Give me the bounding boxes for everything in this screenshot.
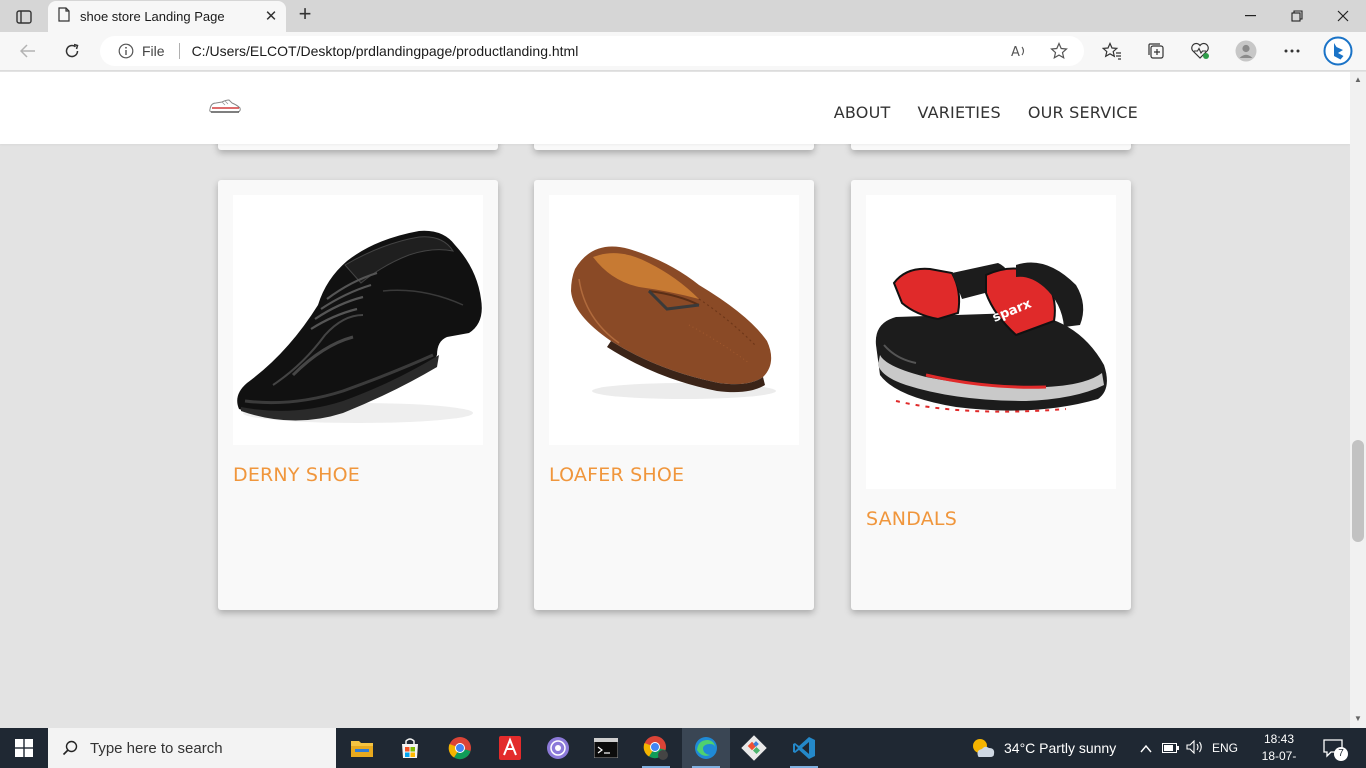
product-title[interactable]: SANDALS <box>866 508 957 530</box>
search-icon <box>62 740 78 756</box>
black-formal-shoe-image <box>233 195 483 445</box>
minimize-icon[interactable] <box>1228 0 1274 32</box>
more-options-icon[interactable] <box>1278 38 1306 64</box>
media-app-icon[interactable] <box>534 728 582 768</box>
show-hidden-icons-icon[interactable] <box>1140 741 1152 759</box>
scroll-down-icon[interactable]: ▼ <box>1353 714 1363 724</box>
scroll-up-icon[interactable]: ▲ <box>1353 75 1363 85</box>
refresh-icon[interactable] <box>58 38 86 64</box>
web-page: ABOUT VARIETIES OUR SERVICE DERNY SHOE L… <box>0 72 1350 728</box>
clock-date: 18-07-2023 <box>1261 749 1297 768</box>
nav-link-our-service[interactable]: OUR SERVICE <box>1028 103 1138 122</box>
product-title[interactable]: LOAFER SHOE <box>549 464 684 486</box>
product-card-loafer-shoe[interactable]: LOAFER SHOE <box>534 180 814 610</box>
browser-tab-bar: shoe store Landing Page ✕ + <box>0 0 1366 32</box>
system-clock[interactable]: 18:43 18-07-2023 <box>1254 731 1304 768</box>
main-navigation: ABOUT VARIETIES OUR SERVICE <box>834 103 1138 122</box>
product-card-sandals[interactable]: sparx SANDALS <box>851 180 1131 610</box>
page-icon <box>58 6 70 27</box>
browser-essentials-icon[interactable] <box>1186 38 1214 64</box>
tab-close-icon[interactable]: ✕ <box>264 8 278 25</box>
bing-chat-icon[interactable] <box>1322 35 1354 67</box>
scrollbar-thumb[interactable] <box>1352 440 1364 542</box>
page-scrollbar[interactable]: ▲ ▼ <box>1350 72 1366 728</box>
windows-taskbar: Type here to search 34°C Partly sunny EN… <box>0 728 1366 768</box>
clock-time: 18:43 <box>1263 732 1295 746</box>
vscode-icon[interactable] <box>780 728 828 768</box>
chrome-profile-icon[interactable] <box>632 728 680 768</box>
new-tab-icon[interactable]: + <box>294 3 316 26</box>
file-explorer-icon[interactable] <box>338 728 386 768</box>
chrome-icon[interactable] <box>436 728 484 768</box>
battery-icon[interactable] <box>1162 741 1180 759</box>
profile-avatar-icon[interactable] <box>1232 38 1260 64</box>
shoe-logo-icon[interactable] <box>207 94 243 116</box>
address-scheme-label: File <box>142 43 165 59</box>
browser-tab-active[interactable]: shoe store Landing Page ✕ <box>48 1 286 32</box>
weather-text[interactable]: 34°C Partly sunny <box>1004 740 1116 756</box>
nav-link-about[interactable]: ABOUT <box>834 103 891 122</box>
edge-icon[interactable] <box>682 728 730 768</box>
restore-icon[interactable] <box>1274 0 1320 32</box>
adobe-reader-icon[interactable] <box>486 728 534 768</box>
back-icon[interactable] <box>14 38 42 64</box>
svg-text:A: A <box>1011 45 1020 59</box>
address-url[interactable]: C:/Users/ELCOT/Desktop/prdlandingpage/pr… <box>192 43 579 59</box>
notifications-icon[interactable]: 7 <box>1322 738 1348 761</box>
windows-start-icon[interactable] <box>0 728 48 768</box>
address-bar[interactable]: File C:/Users/ELCOT/Desktop/prdlandingpa… <box>100 36 1084 66</box>
notification-count-badge: 7 <box>1334 747 1348 761</box>
red-black-sandal-image: sparx <box>866 195 1116 489</box>
favorites-icon[interactable] <box>1098 38 1126 64</box>
browser-toolbar: File C:/Users/ELCOT/Desktop/prdlandingpa… <box>0 32 1366 71</box>
close-window-icon[interactable] <box>1320 0 1366 32</box>
nav-link-varieties[interactable]: VARIETIES <box>917 103 1000 122</box>
taskbar-search-box[interactable]: Type here to search <box>48 728 336 768</box>
weather-icon[interactable] <box>970 736 996 765</box>
git-tool-icon[interactable] <box>730 728 778 768</box>
volume-icon[interactable] <box>1186 739 1204 759</box>
terminal-icon[interactable] <box>582 728 630 768</box>
microsoft-store-icon[interactable] <box>386 728 434 768</box>
search-placeholder: Type here to search <box>90 739 223 757</box>
site-header: ABOUT VARIETIES OUR SERVICE <box>0 72 1350 144</box>
product-card-derny-shoe[interactable]: DERNY SHOE <box>218 180 498 610</box>
read-aloud-icon[interactable]: A <box>1006 39 1032 63</box>
address-separator <box>178 43 180 59</box>
product-title[interactable]: DERNY SHOE <box>233 464 360 486</box>
favorite-star-icon[interactable] <box>1046 39 1072 63</box>
tab-title: shoe store Landing Page <box>80 9 225 24</box>
collections-icon[interactable] <box>1142 38 1170 64</box>
language-indicator[interactable]: ENG <box>1212 741 1238 755</box>
info-icon[interactable] <box>118 43 134 59</box>
tab-actions-icon[interactable] <box>10 6 38 28</box>
brown-loafer-image <box>549 195 799 445</box>
